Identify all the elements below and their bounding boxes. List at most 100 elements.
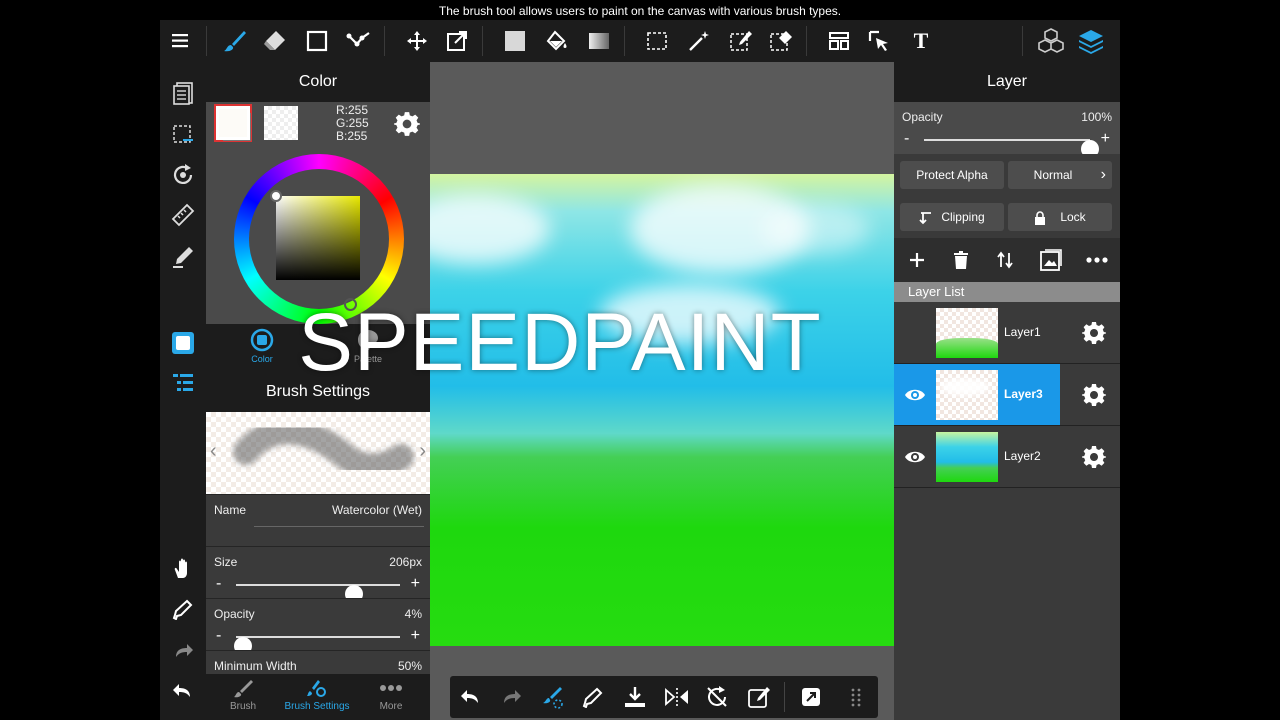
select-icon[interactable] — [642, 26, 672, 56]
fullscreen-icon[interactable] — [796, 682, 826, 712]
brush-tool-icon[interactable] — [538, 682, 568, 712]
menu-icon[interactable] — [166, 26, 196, 56]
redo-icon[interactable] — [168, 636, 198, 666]
layer-opacity-track[interactable] — [924, 139, 1099, 158]
undo-icon[interactable] — [168, 676, 198, 706]
color-settings-gear-icon[interactable] — [394, 111, 420, 137]
opacity-slider[interactable]: - + — [214, 627, 422, 655]
layer-thumbnail — [936, 370, 998, 420]
tab-more-label: More — [379, 701, 403, 712]
opacity-slider-track[interactable] — [233, 636, 400, 655]
cloud — [430, 194, 550, 264]
move-icon[interactable] — [402, 26, 432, 56]
opacity-value: 4% — [404, 607, 422, 621]
video-caption: The brush tool allows users to paint on … — [438, 4, 842, 18]
chevron-right-icon: › — [1100, 166, 1106, 183]
transform-icon[interactable] — [442, 26, 472, 56]
tab-more[interactable]: More — [354, 678, 428, 712]
canvas-area[interactable] — [430, 62, 894, 720]
min-width-value: 50% — [397, 659, 422, 673]
size-slider-track[interactable] — [236, 584, 400, 603]
foreground-color-swatch[interactable] — [214, 104, 252, 142]
tab-brush-settings-label: Brush Settings — [284, 701, 350, 712]
toolbar-divider — [384, 26, 385, 56]
rotate-view-icon[interactable] — [168, 160, 198, 190]
layer-settings-gear-icon[interactable] — [1082, 445, 1106, 469]
hand-icon[interactable] — [168, 554, 198, 584]
toolbar-divider — [806, 26, 807, 56]
bucket-icon[interactable] — [542, 26, 572, 56]
eye-icon[interactable] — [904, 446, 926, 468]
dot-line-icon[interactable] — [344, 26, 374, 56]
undo-icon[interactable] — [456, 682, 486, 712]
select-pen-icon[interactable] — [726, 26, 756, 56]
size-increase-button[interactable]: + — [411, 576, 420, 592]
lock-button[interactable]: Lock — [1008, 203, 1112, 231]
text-icon[interactable]: T — [906, 26, 936, 56]
protect-alpha-button[interactable]: Protect Alpha — [900, 161, 1004, 189]
snap-pen-icon[interactable] — [168, 242, 198, 272]
delete-layer-icon[interactable] — [946, 245, 976, 275]
flip-horizontal-icon[interactable] — [662, 682, 692, 712]
layer-settings-gear-icon[interactable] — [1082, 383, 1106, 407]
tab-brush[interactable]: Brush — [206, 678, 280, 712]
clipping-button[interactable]: Clipping — [900, 203, 1004, 231]
next-brush-icon[interactable]: › — [419, 440, 426, 463]
edit-frame-icon[interactable] — [744, 682, 774, 712]
size-decrease-button[interactable]: - — [216, 576, 221, 592]
layers-icon[interactable] — [1076, 26, 1106, 56]
tab-brush-settings[interactable]: Brush Settings — [280, 678, 354, 712]
eraser-icon[interactable] — [260, 26, 290, 56]
eyedropper-icon[interactable] — [168, 594, 198, 624]
brush-bottom-tabs: Brush Brush Settings More — [206, 674, 430, 720]
cloud — [760, 204, 870, 254]
toolbar-divider — [206, 26, 207, 56]
rgb-b: B:255 — [336, 129, 368, 143]
layer-settings-gear-icon[interactable] — [1082, 321, 1106, 345]
opacity-increase-button[interactable]: + — [411, 628, 420, 644]
ruler-icon[interactable] — [168, 200, 198, 230]
document-icon[interactable] — [168, 78, 198, 108]
background-color-swatch[interactable] — [264, 106, 298, 140]
select-eraser-icon[interactable] — [766, 26, 796, 56]
layer-options-row: Protect Alpha Normal › — [894, 154, 1120, 196]
clipping-icon — [919, 211, 932, 225]
size-slider[interactable]: - + — [214, 575, 422, 603]
brush-size-setting: Size 206px - + — [206, 546, 430, 603]
layer-opacity-value: 100% — [1081, 110, 1112, 124]
selection-icon[interactable] — [168, 120, 198, 150]
panel-icon[interactable] — [824, 26, 854, 56]
painting-canvas[interactable] — [430, 174, 894, 646]
layer-opacity-decrease[interactable]: - — [904, 131, 909, 147]
materials-icon[interactable] — [1036, 26, 1066, 56]
redo-icon[interactable] — [496, 682, 526, 712]
grid-handle-icon[interactable] — [842, 682, 872, 712]
select-arrow-icon[interactable] — [864, 26, 894, 56]
layer-thumbnail — [936, 308, 998, 358]
brush-name-value[interactable]: Watercolor (Wet) — [332, 503, 422, 517]
toolbar-divider — [1022, 26, 1023, 56]
layer-image-icon[interactable] — [1036, 245, 1066, 275]
layer-opacity-increase[interactable]: + — [1101, 131, 1110, 147]
layer-row[interactable]: Layer2 — [894, 426, 1120, 488]
opacity-decrease-button[interactable]: - — [216, 628, 221, 644]
sv-picker-handle[interactable] — [270, 190, 282, 202]
rgb-readout: R:255 G:255 B:255 — [336, 104, 369, 143]
saturation-square[interactable] — [276, 196, 360, 280]
brush-name-field[interactable]: Name Watercolor (Wet) — [206, 494, 430, 546]
fill-color-icon[interactable] — [500, 26, 530, 56]
blend-mode-select[interactable]: Normal › — [1008, 161, 1112, 189]
move-layer-icon[interactable] — [990, 245, 1020, 275]
add-layer-icon[interactable] — [902, 245, 932, 275]
color-header: R:255 G:255 B:255 — [206, 102, 430, 144]
brush-icon[interactable] — [220, 26, 250, 56]
eyedropper-icon[interactable] — [578, 682, 608, 712]
rotation-lock-icon[interactable] — [702, 682, 732, 712]
layer-more-icon[interactable] — [1082, 245, 1112, 275]
save-download-icon[interactable] — [620, 682, 650, 712]
gradient-icon[interactable] — [584, 26, 614, 56]
lock-label: Lock — [1060, 210, 1086, 224]
rectangle-icon[interactable] — [302, 26, 332, 56]
layer-opacity-slider[interactable]: - + — [902, 130, 1112, 158]
magic-wand-icon[interactable] — [684, 26, 714, 56]
